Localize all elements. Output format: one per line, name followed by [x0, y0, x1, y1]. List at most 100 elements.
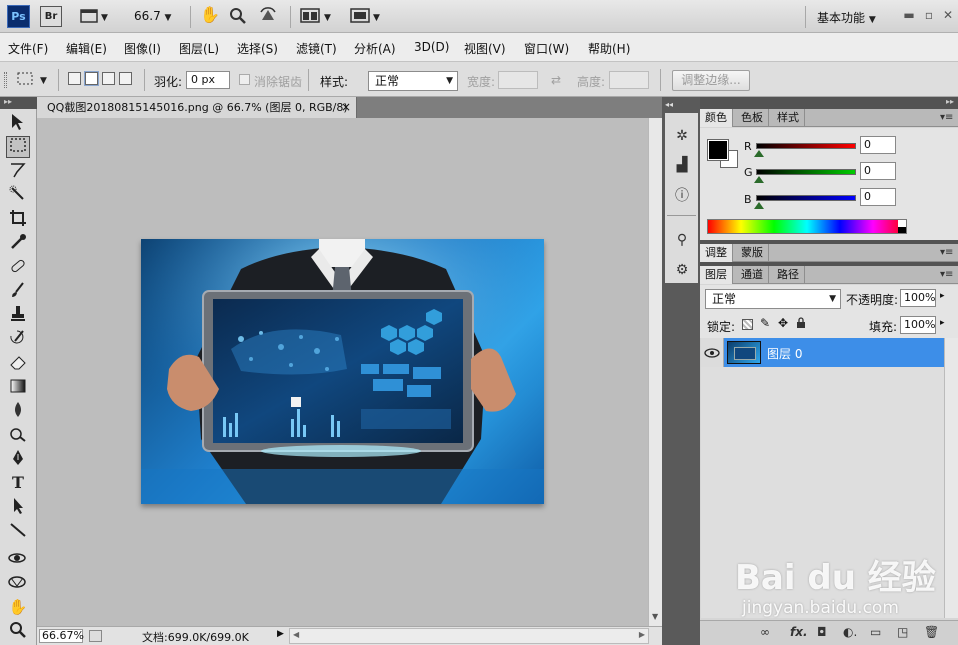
channel-g-slider[interactable]	[756, 169, 856, 175]
lock-pixels-icon[interactable]: ✎	[760, 316, 770, 330]
grip-handle[interactable]	[4, 72, 7, 88]
clone-stamp-tool-icon[interactable]	[6, 304, 30, 326]
tab-color[interactable]: 颜色	[700, 109, 733, 127]
horizontal-scrollbar[interactable]: ◀ ▶	[289, 628, 649, 644]
scroll-right-icon[interactable]: ▶	[639, 630, 645, 639]
view-extras-button[interactable]: ▼	[80, 8, 110, 27]
line-tool-icon[interactable]	[6, 520, 30, 542]
scroll-down-icon[interactable]: ▼	[652, 612, 658, 621]
feather-input[interactable]: 0 px	[186, 71, 230, 89]
navigator-icon[interactable]: ✲	[673, 127, 691, 145]
marquee-tool-icon[interactable]	[6, 136, 30, 158]
refine-edge-button[interactable]: 调整边缘...	[672, 70, 750, 91]
panel-menu-icon[interactable]: ▾≡	[940, 109, 953, 127]
layer-row[interactable]: 图层 0	[701, 338, 944, 367]
hand-tool-icon[interactable]: ✋	[200, 7, 220, 23]
type-tool-icon[interactable]: T	[6, 472, 30, 494]
link-layers-icon[interactable]: ∞	[760, 625, 770, 639]
hand-tool-icon[interactable]: ✋	[6, 596, 30, 618]
menu-analysis[interactable]: 分析(A)	[354, 40, 396, 57]
minimize-button[interactable]: ▬	[900, 6, 918, 24]
blur-tool-icon[interactable]	[6, 400, 30, 422]
channel-g-input[interactable]: 0	[860, 162, 896, 180]
bridge-button[interactable]: Br	[40, 6, 62, 27]
new-group-icon[interactable]: ▭	[870, 625, 881, 639]
lasso-tool-icon[interactable]	[6, 160, 30, 182]
new-layer-icon[interactable]: ◳	[897, 625, 908, 639]
expand-dock-icon[interactable]: ◂◂	[665, 100, 673, 109]
layers-scrollbar[interactable]	[944, 338, 958, 618]
close-button[interactable]: ✕	[939, 6, 957, 24]
menu-help[interactable]: 帮助(H)	[588, 40, 630, 57]
tab-masks[interactable]: 蒙版	[736, 244, 769, 262]
brush-tool-icon[interactable]	[6, 280, 30, 302]
move-tool-icon[interactable]	[6, 112, 30, 134]
adjustment-layer-icon[interactable]: ◐.	[843, 625, 857, 639]
tab-paths[interactable]: 路径	[772, 266, 805, 284]
subtract-selection-button[interactable]	[102, 72, 115, 85]
dodge-tool-icon[interactable]	[6, 424, 30, 446]
layer-name[interactable]: 图层 0	[767, 345, 802, 362]
histogram-icon[interactable]: ▟	[673, 156, 691, 174]
tool-preset-picker[interactable]: ▼	[16, 70, 52, 91]
swap-dimensions-icon[interactable]: ⇄	[551, 73, 561, 87]
scroll-left-icon[interactable]: ◀	[293, 630, 299, 639]
crop-tool-icon[interactable]	[6, 208, 30, 230]
quick-selection-tool-icon[interactable]	[6, 184, 30, 206]
vertical-scrollbar[interactable]: ▼	[648, 118, 662, 626]
screen-mode-button[interactable]: ▼	[350, 8, 384, 27]
history-brush-tool-icon[interactable]	[6, 328, 30, 350]
close-document-icon[interactable]: ×	[341, 97, 351, 118]
intersect-selection-button[interactable]	[119, 72, 132, 85]
workspace-switcher[interactable]: 基本功能 ▼	[817, 9, 876, 26]
white-swatch[interactable]	[898, 220, 906, 227]
lock-transparency-icon[interactable]	[742, 319, 753, 330]
menu-view[interactable]: 视图(V)	[464, 40, 506, 57]
layer-visibility-toggle[interactable]	[701, 338, 724, 367]
color-panel-header[interactable]: ▸▸	[700, 97, 958, 109]
new-selection-button[interactable]	[68, 72, 81, 85]
tab-adjustments[interactable]: 调整	[700, 244, 733, 262]
panel-menu-icon[interactable]: ▾≡	[940, 244, 953, 262]
lock-position-icon[interactable]: ✥	[778, 316, 788, 330]
panel-menu-icon[interactable]: ▾≡	[940, 266, 953, 284]
fill-input[interactable]: 100%	[900, 316, 936, 334]
color-spectrum-bar[interactable]	[707, 219, 907, 234]
zoom-tool-icon[interactable]	[229, 7, 247, 28]
opacity-arrow-icon[interactable]: ▸	[940, 291, 945, 301]
add-selection-button[interactable]	[85, 72, 98, 85]
eraser-tool-icon[interactable]	[6, 352, 30, 374]
pen-tool-icon[interactable]	[6, 448, 30, 470]
style-select[interactable]: 正常 ▼	[368, 71, 458, 91]
menu-image[interactable]: 图像(I)	[124, 40, 161, 57]
menu-file[interactable]: 文件(F)	[8, 40, 48, 57]
menu-window[interactable]: 窗口(W)	[524, 40, 569, 57]
menu-select[interactable]: 选择(S)	[237, 40, 278, 57]
channel-r-thumb[interactable]	[754, 150, 764, 157]
maximize-button[interactable]: ▫	[920, 6, 938, 24]
width-input[interactable]	[498, 71, 538, 89]
tools-panel-header[interactable]: ▸▸	[0, 97, 37, 109]
rotate-view-icon[interactable]	[258, 6, 278, 29]
menu-filter[interactable]: 滤镜(T)	[296, 40, 337, 57]
channel-b-slider[interactable]	[756, 195, 856, 201]
document-tab[interactable]: QQ截图20180815145016.png @ 66.7% (图层 0, RG…	[37, 97, 357, 118]
layer-style-icon[interactable]: fx.	[790, 625, 808, 639]
menu-edit[interactable]: 编辑(E)	[66, 40, 107, 57]
antialias-checkbox[interactable]	[239, 74, 250, 85]
foreground-color-swatch[interactable]	[707, 139, 729, 161]
lock-all-icon[interactable]	[796, 317, 806, 328]
channel-r-input[interactable]: 0	[860, 136, 896, 154]
status-menu-arrow-icon[interactable]: ▶	[277, 629, 284, 639]
tab-swatches[interactable]: 色板	[736, 109, 769, 127]
brushes-icon[interactable]: ⚲	[673, 231, 691, 249]
path-selection-tool-icon[interactable]	[6, 496, 30, 518]
add-mask-icon[interactable]: ◘	[817, 625, 827, 639]
zoom-level[interactable]: 66.7 ▼	[134, 9, 171, 23]
status-info-icon[interactable]	[89, 630, 102, 642]
tab-layers[interactable]: 图层	[700, 266, 733, 284]
eyedropper-tool-icon[interactable]	[6, 232, 30, 254]
channel-b-thumb[interactable]	[754, 202, 764, 209]
menu-layer[interactable]: 图层(L)	[179, 40, 219, 57]
zoom-tool-icon[interactable]	[6, 620, 30, 642]
